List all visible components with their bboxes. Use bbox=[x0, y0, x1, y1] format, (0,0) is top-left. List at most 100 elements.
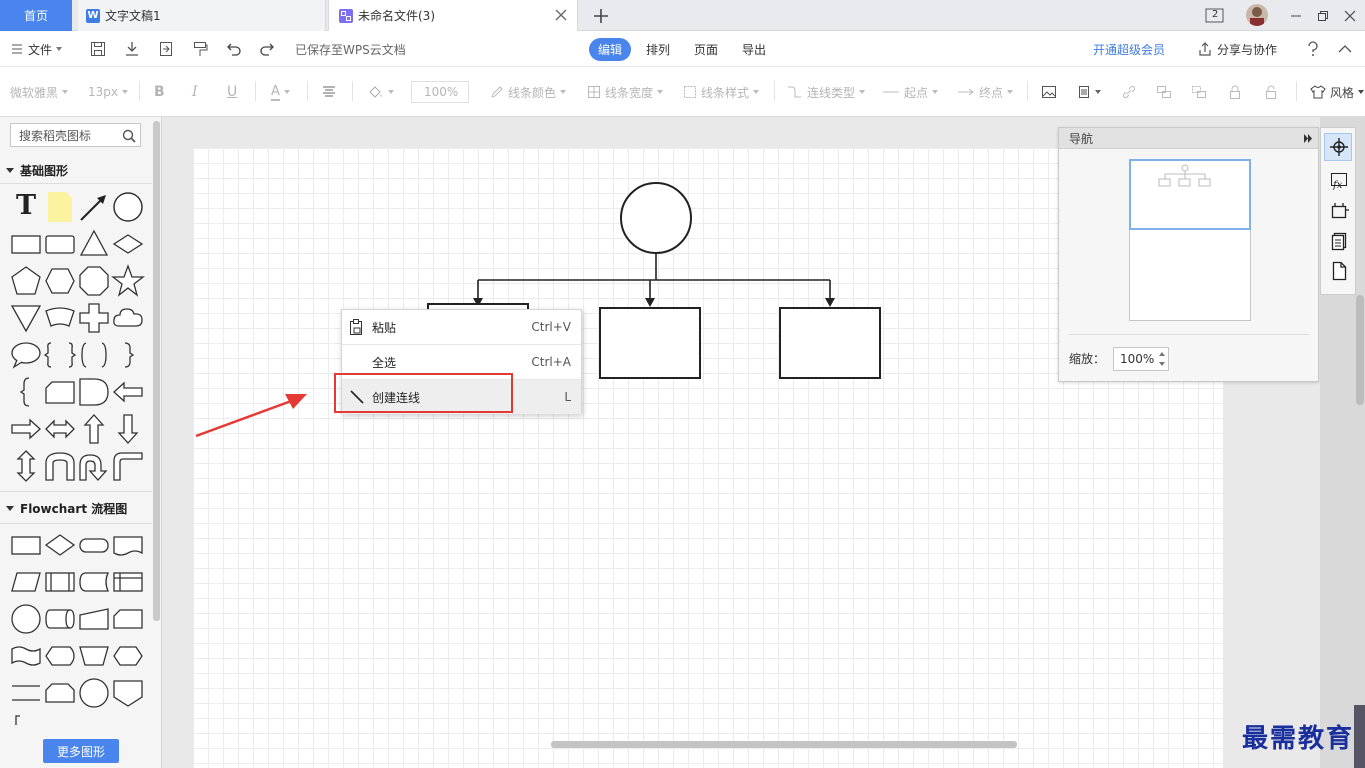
internal-storage-shape[interactable] bbox=[111, 565, 145, 599]
child-node-right[interactable] bbox=[779, 307, 881, 379]
connector-type-button[interactable]: 连线类型 bbox=[787, 83, 866, 101]
manual-operation-shape[interactable] bbox=[77, 639, 111, 673]
collapse-panel-icon[interactable] bbox=[1304, 134, 1312, 143]
style-button[interactable]: 风格 bbox=[1310, 83, 1365, 101]
menu-item-paste[interactable]: 粘贴 Ctrl+V bbox=[342, 310, 581, 344]
pages-icon[interactable] bbox=[1329, 231, 1349, 251]
tab-flowchart[interactable]: 未命名文件(3) bbox=[328, 0, 578, 31]
more-shapes-button[interactable]: 更多图形 bbox=[43, 739, 119, 763]
menu-arrange[interactable]: 排列 bbox=[646, 31, 670, 67]
export-icon[interactable] bbox=[158, 31, 174, 67]
arrow-line-shape[interactable] bbox=[77, 190, 111, 224]
predefined-process-shape[interactable] bbox=[43, 565, 77, 599]
page-setup-button[interactable] bbox=[1077, 83, 1101, 101]
canvas-vertical-scrollbar[interactable] bbox=[1356, 295, 1364, 405]
terminator-shape[interactable] bbox=[77, 528, 111, 562]
collapse-ribbon-icon[interactable] bbox=[1338, 31, 1352, 67]
speech-bubble-shape[interactable] bbox=[9, 338, 43, 372]
document-shape[interactable] bbox=[111, 528, 145, 562]
card-shape[interactable] bbox=[43, 375, 77, 409]
navigation-compass-icon[interactable] bbox=[1329, 137, 1349, 157]
italic-button[interactable]: I bbox=[192, 83, 198, 101]
brackets-shape[interactable] bbox=[77, 338, 111, 372]
unlock-icon[interactable] bbox=[1264, 83, 1278, 101]
banner-shape[interactable] bbox=[43, 301, 77, 335]
pentagon-shape[interactable] bbox=[9, 264, 43, 298]
group-icon[interactable] bbox=[1156, 83, 1172, 101]
cloud-shape[interactable] bbox=[111, 301, 145, 335]
annotation-shape[interactable] bbox=[9, 713, 43, 733]
lock-icon[interactable] bbox=[1228, 83, 1242, 101]
on-page-connector-shape[interactable] bbox=[77, 676, 111, 710]
inverted-triangle-shape[interactable] bbox=[9, 301, 43, 335]
file-menu[interactable]: 文件 bbox=[12, 31, 63, 67]
text-shape[interactable]: T bbox=[9, 190, 43, 224]
u-turn-arrow-shape[interactable] bbox=[43, 449, 77, 483]
start-arrow-button[interactable]: 起点 bbox=[882, 83, 939, 101]
triangle-shape[interactable] bbox=[77, 227, 111, 261]
line-style-button[interactable]: 线条样式 bbox=[683, 83, 760, 101]
connector-circle-shape[interactable] bbox=[9, 602, 43, 636]
star-shape[interactable] bbox=[111, 264, 145, 298]
navigator-header[interactable]: 导航 bbox=[1059, 128, 1318, 149]
vip-link[interactable]: 开通超级会员 bbox=[1093, 31, 1165, 67]
off-page-connector-shape[interactable] bbox=[111, 676, 145, 710]
data-shape[interactable] bbox=[9, 565, 43, 599]
vertical-double-arrow-shape[interactable] bbox=[9, 449, 43, 483]
preparation-shape[interactable] bbox=[111, 639, 145, 673]
cross-shape[interactable] bbox=[77, 301, 111, 335]
rounded-rect-shape[interactable] bbox=[43, 227, 77, 261]
canvas-horizontal-scrollbar[interactable] bbox=[551, 741, 1017, 748]
format-painter-icon[interactable] bbox=[192, 31, 208, 67]
card-flow-shape[interactable] bbox=[111, 602, 145, 636]
save-icon[interactable] bbox=[90, 31, 106, 67]
decision-shape[interactable] bbox=[43, 528, 77, 562]
menu-page[interactable]: 页面 bbox=[694, 31, 718, 67]
hexagon-shape[interactable] bbox=[43, 264, 77, 298]
zoom-stepper-icon[interactable] bbox=[1158, 350, 1166, 368]
close-tab-icon[interactable] bbox=[555, 9, 567, 21]
font-size-select[interactable]: 13px bbox=[88, 83, 128, 101]
left-brace-shape[interactable] bbox=[9, 375, 43, 409]
align-icon[interactable] bbox=[322, 83, 336, 101]
line-color-button[interactable]: 线条颜色 bbox=[490, 83, 567, 101]
font-color-button[interactable]: A bbox=[271, 83, 290, 101]
bold-button[interactable]: B bbox=[154, 83, 165, 101]
share-button[interactable]: 分享与协作 bbox=[1198, 31, 1277, 67]
manual-input-shape[interactable] bbox=[77, 602, 111, 636]
fill-color-button[interactable] bbox=[368, 83, 394, 101]
circle-shape[interactable] bbox=[111, 190, 145, 224]
formula-icon[interactable]: fx bbox=[1329, 171, 1349, 191]
stored-data-shape[interactable] bbox=[77, 565, 111, 599]
loop-limit-shape[interactable] bbox=[43, 676, 77, 710]
zoom-input[interactable]: 100% bbox=[1113, 347, 1169, 371]
diamond-shape[interactable] bbox=[111, 227, 145, 261]
delay-shape[interactable] bbox=[77, 375, 111, 409]
help-icon[interactable] bbox=[1306, 31, 1320, 67]
bent-arrow-shape[interactable] bbox=[111, 449, 145, 483]
new-tab-icon[interactable] bbox=[592, 7, 610, 25]
undo-icon[interactable] bbox=[226, 31, 242, 67]
shape-panel-scrollbar[interactable] bbox=[153, 121, 160, 621]
link-icon[interactable] bbox=[1121, 83, 1137, 101]
root-circle-node[interactable] bbox=[620, 182, 692, 254]
end-arrow-button[interactable]: 终点 bbox=[957, 83, 1014, 101]
font-family-select[interactable]: 微软雅黑 bbox=[10, 83, 69, 101]
underline-button[interactable]: U bbox=[227, 83, 237, 101]
child-node-middle[interactable] bbox=[599, 307, 701, 379]
left-arrow-shape[interactable] bbox=[111, 375, 145, 409]
parallel-lines-shape[interactable] bbox=[9, 676, 43, 710]
tab-document[interactable]: W 文字文稿1 bbox=[78, 0, 326, 31]
connector-lines[interactable] bbox=[477, 254, 831, 302]
section-basic-shapes[interactable]: 基础图形 bbox=[0, 157, 152, 183]
down-arrow-shape[interactable] bbox=[111, 412, 145, 446]
direct-data-shape[interactable] bbox=[43, 602, 77, 636]
image-icon[interactable] bbox=[1041, 83, 1057, 101]
navigator-viewport[interactable] bbox=[1129, 159, 1251, 230]
display-shape[interactable] bbox=[43, 639, 77, 673]
download-icon[interactable] bbox=[124, 31, 140, 67]
punched-tape-shape[interactable] bbox=[9, 639, 43, 673]
process-shape[interactable] bbox=[9, 528, 43, 562]
line-width-button[interactable]: 线条宽度 bbox=[587, 83, 664, 101]
menu-edit[interactable]: 编辑 bbox=[589, 31, 632, 67]
